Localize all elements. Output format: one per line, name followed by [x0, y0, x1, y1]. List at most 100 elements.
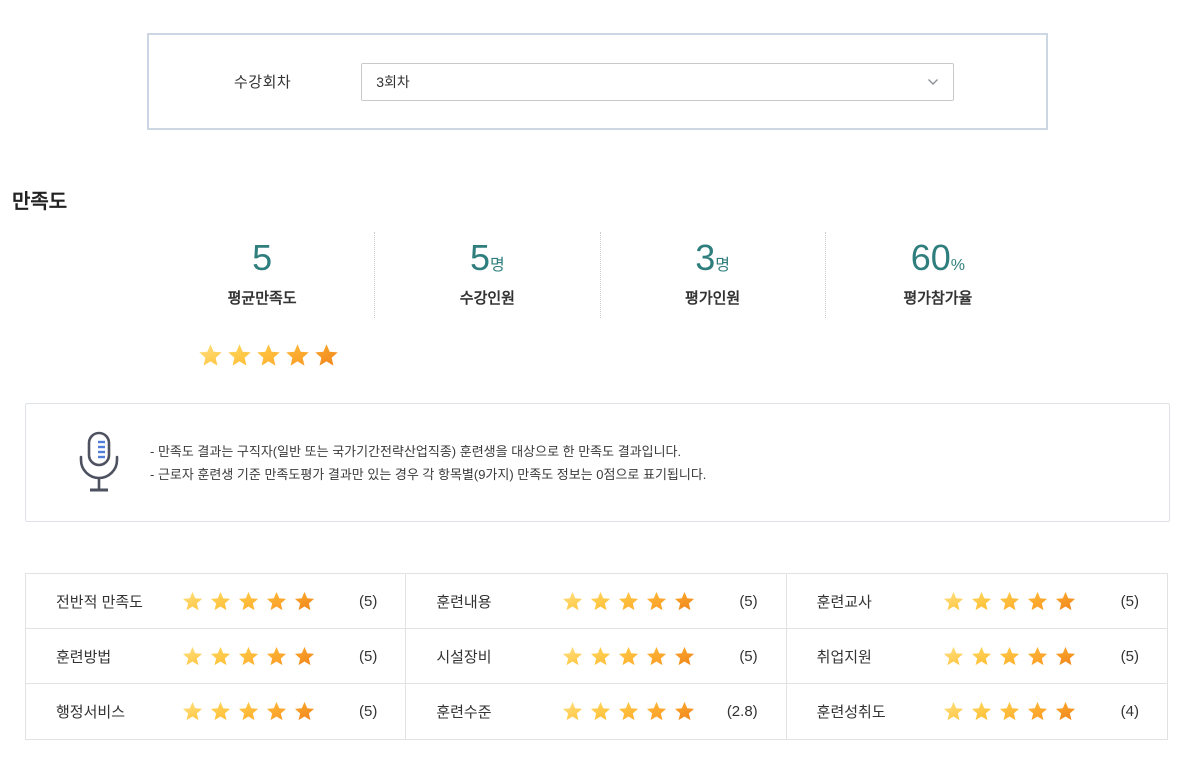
star-icon	[1056, 646, 1076, 665]
star-icon	[647, 646, 667, 665]
star-icon	[591, 591, 611, 610]
star-icon	[315, 344, 338, 366]
star-icon	[972, 591, 992, 610]
rating-label: 행정서비스	[56, 704, 126, 721]
rating-cell: 훈련교사 (5)	[786, 574, 1167, 629]
star-icon	[563, 701, 583, 721]
star-icon	[295, 646, 315, 665]
star-icon	[972, 701, 992, 721]
rating-cell: 훈련수준 (2.8)	[406, 684, 787, 739]
stat-participation-rate: 60% 평가참가율	[824, 232, 1050, 318]
star-icon	[295, 591, 315, 610]
star-icon	[944, 701, 964, 721]
page-title: 만족도	[12, 191, 68, 213]
star-icon	[286, 344, 309, 366]
star-icon	[1056, 591, 1076, 610]
stat-average-satisfaction: 5 평균만족도	[150, 232, 374, 318]
rating-value: (5)	[358, 592, 378, 610]
star-icon	[239, 701, 259, 721]
star-icon	[239, 591, 259, 610]
rating-label: 취업지원	[816, 648, 872, 666]
rating-label: 훈련성취도	[816, 704, 886, 721]
stat-label: 평가인원	[685, 289, 741, 307]
rating-stars	[927, 645, 1093, 668]
rating-value: (4)	[1120, 703, 1139, 720]
notice-line: - 만족도 결과는 구직자(일반 또는 국가기간전략산업직종) 훈련생을 대상으…	[150, 443, 682, 459]
rating-label: 훈련방법	[56, 648, 112, 666]
star-icon	[228, 344, 251, 366]
session-select[interactable]: 3회차	[361, 62, 955, 101]
star-icon	[675, 701, 695, 721]
star-icon	[1000, 646, 1020, 665]
stats-bar: 5 평균만족도 5명 수강인원 3명 평가인원 60% 평가참가율	[150, 232, 1050, 318]
stat-label: 평균만족도	[227, 289, 297, 307]
star-icon	[1028, 646, 1048, 665]
rating-stars	[166, 700, 331, 723]
star-icon	[675, 646, 695, 665]
chevron-down-icon	[927, 73, 939, 91]
rating-stars	[546, 700, 711, 723]
rating-label: 훈련수준	[436, 704, 492, 721]
star-icon	[211, 701, 231, 721]
rating-cell: 전반적 만족도 (5)	[26, 574, 407, 629]
rating-value: (5)	[358, 647, 378, 665]
rating-value: (5)	[1120, 647, 1139, 665]
star-icon	[211, 591, 231, 610]
stat-label: 수강인원	[459, 289, 515, 307]
notice-line: - 근로자 훈련생 기준 만족도평가 결과만 있는 경우 각 항목별(9가지) …	[150, 466, 707, 482]
star-icon	[267, 646, 287, 665]
star-icon	[944, 591, 964, 610]
rating-label: 전반적 만족도	[56, 593, 143, 611]
stat-evaluator-count: 3명 평가인원	[599, 232, 825, 318]
star-icon	[239, 646, 259, 665]
stat-value: 5	[252, 237, 273, 278]
star-icon	[211, 646, 231, 665]
star-icon	[295, 701, 315, 721]
star-icon	[591, 646, 611, 665]
star-icon	[563, 591, 583, 610]
rating-stars	[927, 590, 1093, 613]
star-icon	[591, 701, 611, 721]
star-icon	[1000, 591, 1020, 610]
rating-value: (2.8)	[726, 703, 758, 720]
rating-label: 시설장비	[436, 648, 492, 666]
stat-label: 평가참가율	[903, 289, 973, 307]
star-icon	[1028, 701, 1048, 721]
rating-stars	[166, 645, 331, 668]
star-icon	[619, 646, 639, 665]
session-selector-box: 수강회차 3회차	[147, 33, 1048, 130]
stat-value: 60%	[910, 237, 966, 278]
star-icon	[1000, 701, 1020, 721]
rating-cell: 훈련성취도 (4)	[787, 684, 1167, 739]
star-icon	[1028, 591, 1048, 610]
rating-cell: 행정서비스 (5)	[26, 684, 407, 739]
page: 수강회차 3회차 만족도 5 평균만족도 5명 수강인원 3명 평가인원 60%…	[0, 0, 1195, 780]
star-icon	[183, 591, 203, 610]
rating-value: (5)	[739, 592, 758, 610]
star-icon	[257, 344, 280, 366]
star-icon	[619, 701, 639, 721]
rating-stars	[927, 700, 1093, 723]
microphone-icon	[74, 430, 124, 496]
star-icon	[647, 591, 667, 610]
rating-stars	[546, 645, 711, 668]
session-select-value: 3회차	[376, 73, 410, 90]
notice-box: - 만족도 결과는 구직자(일반 또는 국가기간전략산업직종) 훈련생을 대상으…	[25, 403, 1170, 522]
stat-value: 5명	[469, 237, 505, 278]
star-icon	[647, 701, 667, 721]
star-icon	[1056, 701, 1076, 721]
star-icon	[619, 591, 639, 610]
star-icon	[267, 591, 287, 610]
rating-label: 훈련내용	[436, 593, 492, 611]
session-selector-label: 수강회차	[234, 74, 292, 91]
average-stars	[197, 342, 340, 369]
ratings-table: 전반적 만족도 (5) 훈련내용 (5) 훈련교사 (5) 훈련방법 (5) 시설장비 (5) 취업…	[25, 573, 1168, 740]
star-icon	[199, 344, 222, 366]
star-icon	[183, 646, 203, 665]
stat-value: 3명	[695, 237, 730, 278]
rating-cell: 훈련방법 (5)	[26, 629, 407, 684]
stat-enrolled-count: 5명 수강인원	[374, 232, 599, 318]
rating-stars	[166, 590, 331, 613]
star-icon	[183, 701, 203, 721]
rating-cell: 취업지원 (5)	[786, 629, 1167, 684]
